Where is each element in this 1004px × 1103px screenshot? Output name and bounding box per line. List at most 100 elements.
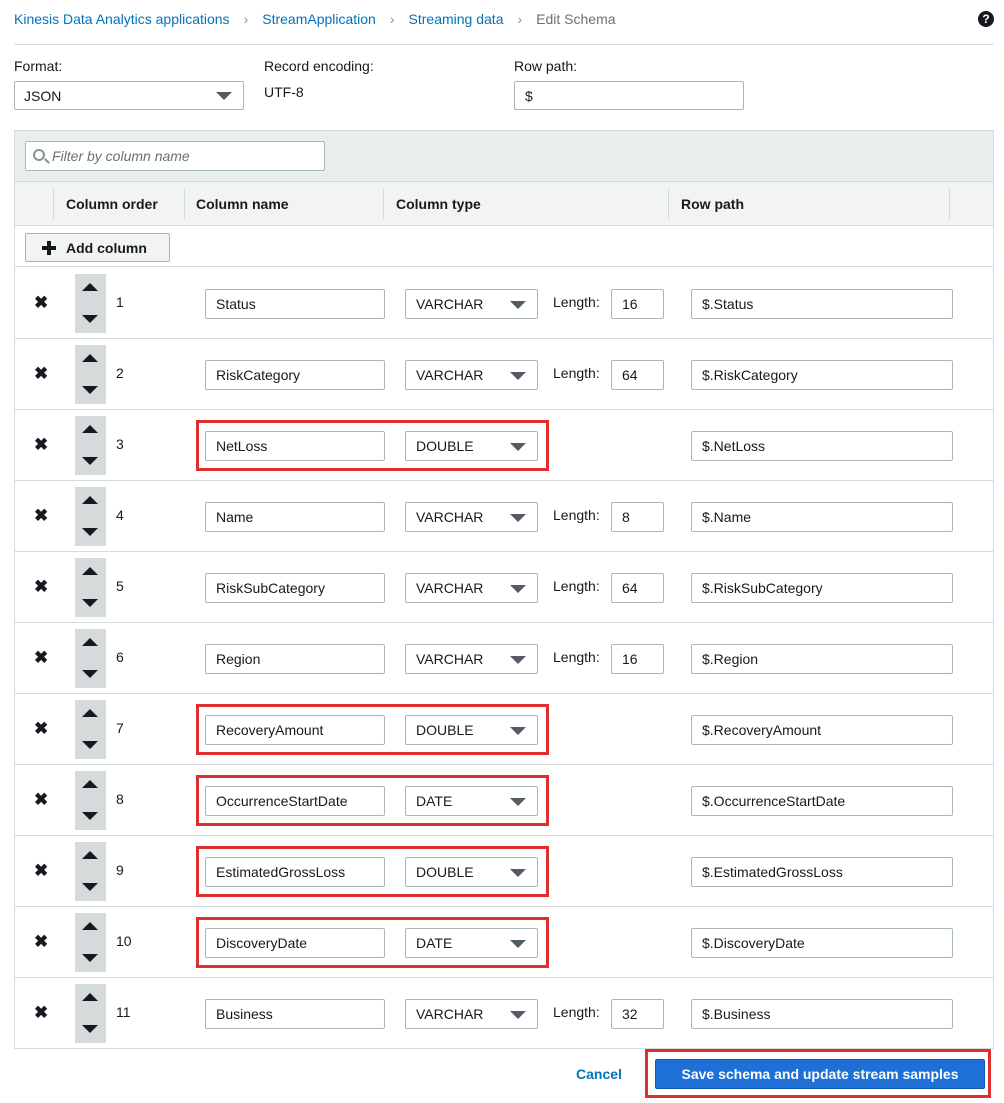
breadcrumb-streaming-data[interactable]: Streaming data (409, 11, 504, 27)
length-input[interactable]: 16 (611, 289, 664, 319)
column-type-select[interactable]: DOUBLE (405, 715, 538, 745)
column-name-input[interactable]: NetLoss (205, 431, 385, 461)
move-down-icon[interactable] (82, 599, 98, 607)
column-type-select[interactable]: VARCHAR (405, 360, 538, 390)
delete-icon[interactable]: ✖ (34, 507, 48, 524)
delete-icon[interactable]: ✖ (34, 933, 48, 950)
move-down-icon[interactable] (82, 741, 98, 749)
column-name-input[interactable]: DiscoveryDate (205, 928, 385, 958)
column-type-select[interactable]: DOUBLE (405, 431, 538, 461)
move-up-icon[interactable] (82, 993, 98, 1001)
length-input[interactable]: 64 (611, 573, 664, 603)
row-path-field[interactable]: $.OccurrenceStartDate (691, 786, 953, 816)
row-path-field[interactable]: $.RiskCategory (691, 360, 953, 390)
move-up-icon[interactable] (82, 851, 98, 859)
delete-icon[interactable]: ✖ (34, 436, 48, 453)
breadcrumb: Kinesis Data Analytics applications › St… (14, 0, 994, 38)
column-name-value: Status (216, 296, 256, 312)
column-type-select[interactable]: DOUBLE (405, 857, 538, 887)
move-down-icon[interactable] (82, 386, 98, 394)
delete-icon[interactable]: ✖ (34, 1004, 48, 1021)
move-up-icon[interactable] (82, 283, 98, 291)
breadcrumb-kinesis-applications[interactable]: Kinesis Data Analytics applications (14, 11, 230, 27)
reorder-control (75, 771, 106, 830)
delete-icon[interactable]: ✖ (34, 862, 48, 879)
length-input[interactable]: 8 (611, 502, 664, 532)
row-path-field[interactable]: $.Region (691, 644, 953, 674)
format-select[interactable]: JSON (14, 81, 244, 110)
column-name-input[interactable]: RiskSubCategory (205, 573, 385, 603)
filter-input[interactable]: Filter by column name (25, 141, 325, 171)
column-type-select[interactable]: DATE (405, 928, 538, 958)
row-path-input[interactable]: $ (514, 81, 744, 110)
move-up-icon[interactable] (82, 922, 98, 930)
header-column-name[interactable]: Column name (196, 182, 289, 226)
column-name-input[interactable]: Region (205, 644, 385, 674)
header-column-order[interactable]: Column order (66, 182, 158, 226)
row-path-field[interactable]: $.NetLoss (691, 431, 953, 461)
column-type-value: VARCHAR (416, 296, 484, 312)
move-down-icon[interactable] (82, 528, 98, 536)
column-name-input[interactable]: Name (205, 502, 385, 532)
move-up-icon[interactable] (82, 567, 98, 575)
column-name-input[interactable]: RiskCategory (205, 360, 385, 390)
move-up-icon[interactable] (82, 354, 98, 362)
delete-icon[interactable]: ✖ (34, 294, 48, 311)
move-down-icon[interactable] (82, 1025, 98, 1033)
row-path-field[interactable]: $.EstimatedGrossLoss (691, 857, 953, 887)
row-path-label: Row path: (514, 58, 578, 74)
reorder-control (75, 558, 106, 617)
header-column-type[interactable]: Column type (396, 182, 481, 226)
filter-placeholder: Filter by column name (52, 148, 190, 164)
column-name-value: RiskSubCategory (216, 580, 325, 596)
column-name-input[interactable]: OccurrenceStartDate (205, 786, 385, 816)
row-path-field[interactable]: $.Business (691, 999, 953, 1029)
move-down-icon[interactable] (82, 883, 98, 891)
column-type-select[interactable]: VARCHAR (405, 644, 538, 674)
delete-icon[interactable]: ✖ (34, 720, 48, 737)
row-path-field[interactable]: $.DiscoveryDate (691, 928, 953, 958)
column-name-input[interactable]: RecoveryAmount (205, 715, 385, 745)
chevron-down-icon (216, 92, 232, 100)
filter-bar: Filter by column name (15, 131, 993, 182)
row-path-field[interactable]: $.RiskSubCategory (691, 573, 953, 603)
length-input[interactable]: 64 (611, 360, 664, 390)
column-name-input[interactable]: EstimatedGrossLoss (205, 857, 385, 887)
reorder-control (75, 416, 106, 475)
save-schema-button[interactable]: Save schema and update stream samples (655, 1059, 985, 1089)
move-up-icon[interactable] (82, 638, 98, 646)
move-down-icon[interactable] (82, 457, 98, 465)
move-down-icon[interactable] (82, 315, 98, 323)
delete-icon[interactable]: ✖ (34, 578, 48, 595)
header-row-path[interactable]: Row path (681, 182, 744, 226)
column-name-input[interactable]: Status (205, 289, 385, 319)
column-type-select[interactable]: VARCHAR (405, 502, 538, 532)
breadcrumb-stream-application[interactable]: StreamApplication (262, 11, 376, 27)
row-path-field[interactable]: $.Status (691, 289, 953, 319)
row-path-field[interactable]: $.RecoveryAmount (691, 715, 953, 745)
length-input[interactable]: 32 (611, 999, 664, 1029)
column-type-select[interactable]: DATE (405, 786, 538, 816)
help-icon[interactable]: ? (978, 11, 994, 27)
delete-icon[interactable]: ✖ (34, 649, 48, 666)
move-down-icon[interactable] (82, 812, 98, 820)
length-value: 64 (622, 580, 638, 596)
delete-icon[interactable]: ✖ (34, 365, 48, 382)
column-type-select[interactable]: VARCHAR (405, 999, 538, 1029)
column-name-value: OccurrenceStartDate (216, 793, 348, 809)
cancel-button[interactable]: Cancel (576, 1066, 622, 1082)
add-column-button[interactable]: Add column (25, 233, 170, 262)
column-type-select[interactable]: VARCHAR (405, 573, 538, 603)
delete-icon[interactable]: ✖ (34, 791, 48, 808)
move-up-icon[interactable] (82, 780, 98, 788)
row-path-field[interactable]: $.Name (691, 502, 953, 532)
move-up-icon[interactable] (82, 496, 98, 504)
move-up-icon[interactable] (82, 425, 98, 433)
column-name-input[interactable]: Business (205, 999, 385, 1029)
length-input[interactable]: 16 (611, 644, 664, 674)
move-down-icon[interactable] (82, 670, 98, 678)
move-down-icon[interactable] (82, 954, 98, 962)
column-type-select[interactable]: VARCHAR (405, 289, 538, 319)
column-order-number: 9 (116, 862, 124, 878)
move-up-icon[interactable] (82, 709, 98, 717)
